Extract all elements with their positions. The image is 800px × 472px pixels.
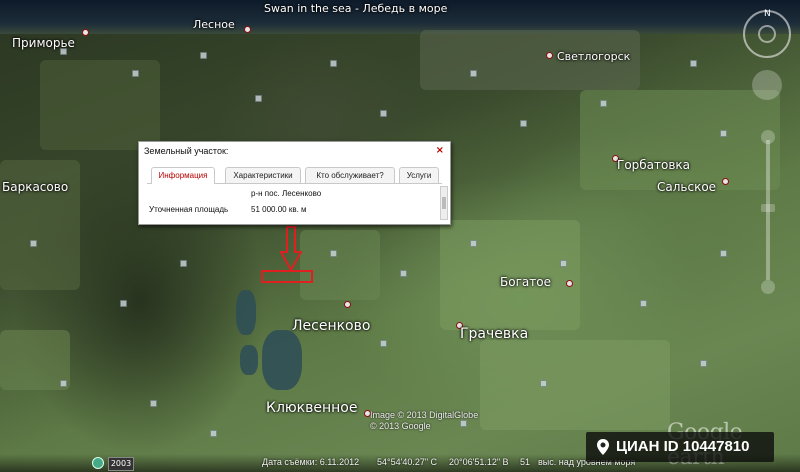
map-pin[interactable] — [120, 300, 127, 307]
latitude-readout: 54°54'40.27" С — [377, 457, 438, 467]
place-bogatoe: Богатое — [500, 275, 551, 289]
zoom-out-icon[interactable] — [761, 280, 775, 294]
map-pin[interactable] — [640, 300, 647, 307]
map-pin[interactable] — [720, 130, 727, 137]
map-pin[interactable] — [540, 380, 547, 387]
lake — [236, 290, 256, 335]
map-pin[interactable] — [132, 70, 139, 77]
popup-tabs: Информация Характеристики Кто обслуживае… — [147, 167, 442, 184]
tab-info[interactable]: Информация — [151, 167, 215, 184]
map-pin[interactable] — [470, 70, 477, 77]
map-pin[interactable] — [470, 240, 477, 247]
area-value: 51 000.00 кв. м — [251, 205, 307, 214]
location-value: р-н пос. Лесенково — [251, 189, 322, 198]
look-joystick[interactable] — [758, 25, 776, 43]
popup-title: Земельный участок: — [144, 146, 229, 156]
map-pin[interactable] — [60, 380, 67, 387]
close-icon[interactable]: × — [436, 145, 444, 156]
map-pin[interactable] — [400, 270, 407, 277]
place-klyukvennoe: Клюквенное — [266, 400, 358, 416]
map-pin[interactable] — [600, 100, 607, 107]
map-pin[interactable] — [380, 110, 387, 117]
satellite-map[interactable]: Приморье Лесное Swan in the sea - Лебедь… — [0, 0, 800, 472]
historical-imagery-year[interactable]: 2003 — [108, 457, 134, 471]
popup-scrollbar[interactable] — [440, 186, 448, 220]
place-svetlogorsk: Светлогорск — [557, 50, 631, 63]
place-lesenkovo: Лесенково — [292, 318, 371, 334]
tab-services[interactable]: Услуги — [399, 167, 439, 183]
field-area — [480, 340, 670, 430]
map-pin[interactable] — [30, 240, 37, 247]
map-pin[interactable] — [520, 120, 527, 127]
lake — [262, 330, 302, 390]
place-gorbatovka: Горбатовка — [617, 158, 691, 172]
arrow-down-icon — [280, 226, 302, 272]
land-plot-popup: Земельный участок: × Информация Характер… — [138, 141, 451, 225]
area-label: Уточненная площадь — [149, 205, 229, 214]
place-barkasovo: Баркасово — [2, 180, 69, 194]
sea-title: Swan in the sea - Лебедь в море — [264, 2, 448, 15]
location-pin-icon — [597, 439, 609, 455]
cian-badge: ЦИАН ID 10447810 — [586, 432, 774, 462]
map-pin[interactable] — [255, 95, 262, 102]
elevation-value: 51 — [520, 457, 531, 467]
town-marker[interactable] — [82, 29, 89, 36]
zoom-in-icon[interactable] — [761, 130, 775, 144]
north-icon: N — [764, 9, 771, 19]
map-pin[interactable] — [460, 420, 467, 427]
map-pin[interactable] — [330, 250, 337, 257]
town-marker[interactable] — [722, 178, 729, 185]
globe-icon[interactable] — [92, 457, 104, 469]
place-grachevka: Грачевка — [460, 326, 529, 342]
town-marker[interactable] — [344, 301, 351, 308]
place-primorye: Приморье — [12, 36, 75, 50]
town-marker[interactable] — [244, 26, 251, 33]
place-salskoe: Сальское — [657, 180, 717, 194]
map-pin[interactable] — [720, 250, 727, 257]
field-area — [580, 90, 780, 190]
map-pin[interactable] — [330, 60, 337, 67]
imagery-date: Дата съёмки: 6.11.2012 — [262, 457, 360, 467]
town-marker[interactable] — [566, 280, 573, 287]
popup-body: р-н пос. Лесенково Уточненная площадь 51… — [147, 186, 438, 220]
cian-id-label: ЦИАН ID 10447810 — [616, 438, 750, 455]
map-pin[interactable] — [560, 260, 567, 267]
google-copyright: © 2013 Google — [370, 421, 431, 431]
map-pin[interactable] — [700, 360, 707, 367]
map-pin[interactable] — [200, 52, 207, 59]
map-pin[interactable] — [210, 430, 217, 437]
tab-who-serves[interactable]: Кто обслуживает? — [305, 167, 395, 183]
land-plot-outline[interactable] — [261, 270, 313, 283]
map-pin[interactable] — [380, 340, 387, 347]
lake — [240, 345, 258, 375]
map-pin[interactable] — [150, 400, 157, 407]
imagery-copyright: Image © 2013 DigitalGlobe — [370, 410, 479, 420]
longitude-readout: 20°06'51.12" В — [449, 457, 509, 467]
field-area — [300, 230, 380, 300]
map-pin[interactable] — [180, 260, 187, 267]
town-marker[interactable] — [546, 52, 553, 59]
move-joystick[interactable] — [752, 70, 782, 100]
zoom-slider-thumb[interactable] — [761, 204, 775, 212]
compass-control[interactable]: N — [743, 9, 791, 58]
field-area — [40, 60, 160, 150]
place-lesnoe: Лесное — [193, 18, 235, 31]
tab-characteristics[interactable]: Характеристики — [225, 167, 301, 183]
map-pin[interactable] — [690, 60, 697, 67]
